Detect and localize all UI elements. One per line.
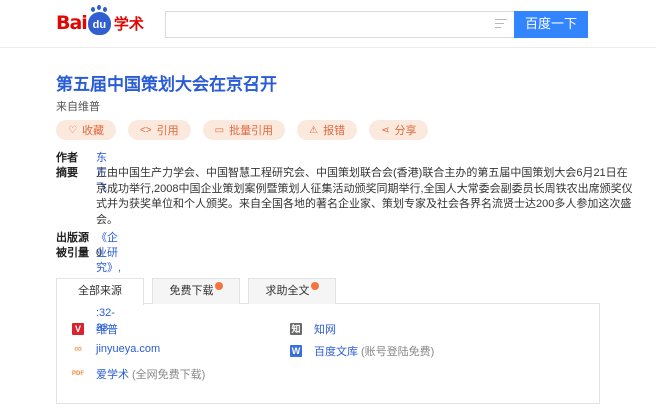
search-button[interactable]: 百度一下	[514, 11, 588, 38]
source-item-zhiwang[interactable]: 知 知网	[290, 321, 336, 337]
new-badge-icon	[214, 282, 223, 290]
batch-cite-label: 批量引用	[229, 125, 274, 137]
source-note: (全网免费下载)	[132, 369, 206, 381]
batch-cite-button[interactable]: ▭ 批量引用	[202, 120, 286, 140]
logo-xueshu-text: 学术	[113, 14, 144, 33]
tab-free-download-label: 免费下载	[169, 285, 214, 297]
baidu-xueshu-logo[interactable]: Bai du 学术	[56, 6, 144, 36]
source-name[interactable]: 爱学术	[96, 366, 129, 382]
favorite-button[interactable]: ♡ 收藏	[56, 120, 116, 140]
share-icon: ⋖	[381, 124, 390, 136]
search-box	[165, 11, 515, 38]
tab-all-sources-label: 全部来源	[78, 285, 122, 297]
source-name[interactable]: jinyueya.com	[96, 343, 160, 355]
search-input[interactable]	[166, 12, 486, 37]
source-item-wenku[interactable]: W 百度文库 (账号登陆免费)	[290, 343, 434, 359]
share-button[interactable]: ⋖ 分享	[369, 120, 429, 140]
tab-request-fulltext-label: 求助全文	[265, 285, 310, 297]
cited-label: 被引量	[56, 247, 89, 259]
paper-title[interactable]: 第五届中国策划大会在京召开	[56, 70, 277, 95]
advanced-filter-icon[interactable]	[495, 19, 507, 30]
cite-button[interactable]: <> 引用	[127, 120, 191, 140]
source-item-jinyueya[interactable]: ∞ jinyueya.com	[72, 343, 160, 355]
warning-icon: ⚠	[309, 124, 319, 136]
paper-source: 来自维普	[56, 101, 100, 113]
action-bar: ♡ 收藏 <> 引用 ▭ 批量引用 ⚠ 报错 ⋖ 分享	[56, 120, 440, 140]
tab-request-fulltext[interactable]: 求助全文	[248, 278, 336, 304]
code-icon: <>	[139, 124, 152, 136]
folder-icon: ▭	[214, 124, 225, 136]
source-name[interactable]: 知网	[314, 321, 336, 337]
share-label: 分享	[394, 125, 417, 137]
link-icon: ∞	[74, 343, 82, 355]
tab-all-sources[interactable]: 全部来源	[56, 278, 144, 305]
source-item-aixueshu[interactable]: PDF 爱学术 (全网免费下载)	[72, 366, 205, 382]
report-error-label: 报错	[323, 125, 346, 137]
author-label: 作者	[56, 152, 78, 164]
heart-icon: ♡	[68, 124, 77, 136]
header: Bai du 学术 百度一下	[0, 0, 656, 48]
source-item-weipu[interactable]: V 维普	[72, 321, 118, 337]
abstract-label: 摘要	[56, 167, 78, 179]
wenku-icon: W	[290, 345, 302, 357]
pdf-icon: PDF	[72, 371, 84, 377]
weipu-icon: V	[72, 323, 84, 335]
source-note: (账号登陆免费)	[361, 346, 435, 358]
zhiwang-icon: 知	[290, 323, 302, 335]
tab-free-download[interactable]: 免费下载	[152, 278, 240, 304]
cited-count: 0	[96, 247, 103, 259]
publication-label: 出版源	[56, 232, 89, 244]
source-tabs: 全部来源 免费下载 求助全文	[56, 278, 600, 305]
source-name[interactable]: 百度文库	[314, 343, 358, 359]
new-badge-icon	[310, 282, 319, 290]
favorite-label: 收藏	[81, 125, 104, 137]
report-error-button[interactable]: ⚠ 报错	[297, 120, 358, 140]
source-name[interactable]: 维普	[96, 321, 118, 337]
logo-paw-icon: du	[87, 6, 111, 35]
cite-label: 引用	[156, 125, 179, 137]
abstract-text: 正由中国生产力学会、中国智慧工程研究会、中国策划联合会(香港)联合主办的第五届中…	[96, 167, 633, 226]
logo-bai-text: Bai	[56, 12, 88, 34]
